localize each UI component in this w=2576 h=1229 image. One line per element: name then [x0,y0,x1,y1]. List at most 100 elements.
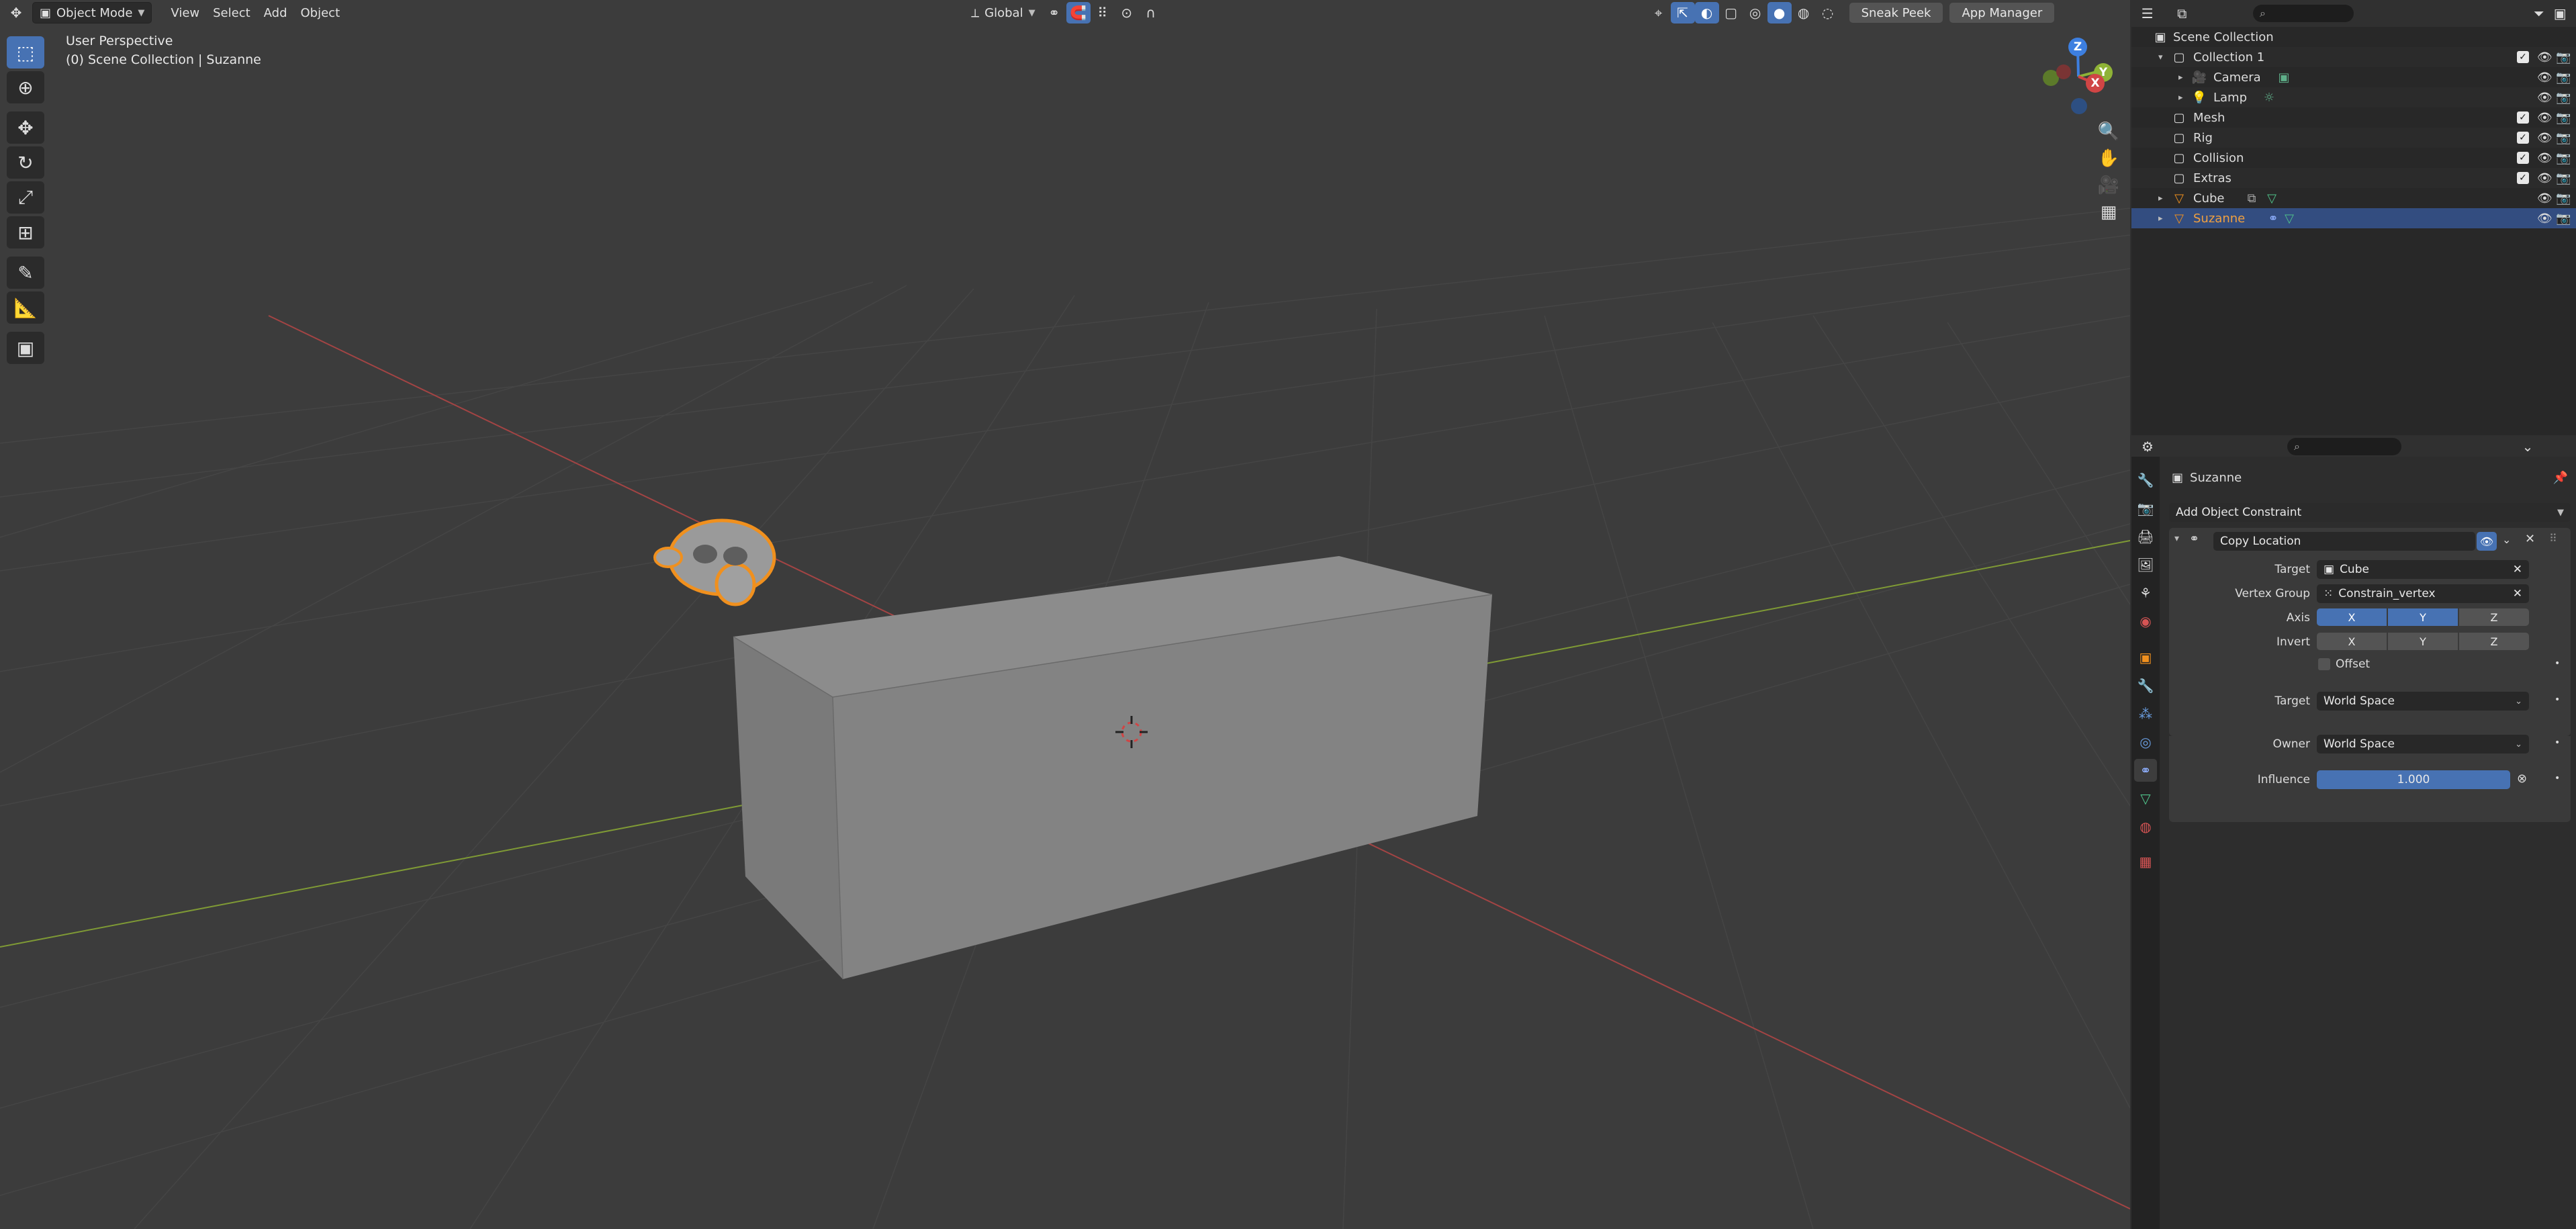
move-tool[interactable]: ✥ [7,111,44,144]
modifier-tab-icon[interactable]: 🔧 [2134,674,2157,697]
invert-x-toggle[interactable]: X [2317,633,2387,650]
invert-z-toggle[interactable]: Z [2459,633,2529,650]
physics-tab-icon[interactable]: ◎ [2134,731,2157,754]
sneak-peek-button[interactable]: Sneak Peek [1849,3,1943,23]
pivot-icon[interactable]: ⚭ [1042,2,1066,24]
mode-dropdown[interactable]: ▣ Object Mode ▼ [32,2,152,24]
transform-orientation-dropdown[interactable]: ⟂ Global ▼ [964,2,1042,24]
menu-select[interactable]: Select [206,2,257,24]
invert-y-toggle[interactable]: Y [2388,633,2458,650]
tree-row-collision[interactable]: ▢ Collision ✓ 👁 📷 [2131,148,2576,168]
world-tab-icon[interactable]: ◉ [2134,610,2157,633]
keyframe-dot-icon[interactable]: • [2555,737,2560,748]
tree-row-lamp[interactable]: ▸ 💡 Lamp ☼ 👁 📷 [2131,87,2576,107]
snap-icon[interactable]: 🧲 [1066,2,1091,24]
keyframe-dot-icon[interactable]: • [2555,773,2560,784]
cursor-tool[interactable]: ⊕ [7,71,44,103]
visibility-icon[interactable]: ⌖ [1647,2,1671,24]
shading-solid-icon[interactable]: ● [1767,2,1792,24]
add-object-constraint-dropdown[interactable]: Add Object Constraint ▼ [2169,503,2571,522]
tree-row-extras[interactable]: ▢ Extras ✓ 👁 📷 [2131,168,2576,188]
outliner-editor-type-icon[interactable]: ☰ [2137,3,2158,24]
output-tab-icon[interactable]: 🖨 [2134,525,2157,548]
3d-viewport[interactable]: ✥ ▣ Object Mode ▼ View Select Add Object… [0,0,2130,1229]
expand-arrow-icon[interactable]: ▸ [2178,93,2183,103]
expand-arrow-icon[interactable]: ▸ [2158,193,2163,203]
snap-target-icon[interactable]: ⠿ [1091,2,1115,24]
transform-tool[interactable]: ⊞ [7,216,44,248]
menu-view[interactable]: View [164,2,206,24]
menu-object[interactable]: Object [294,2,347,24]
filter-icon[interactable]: ⏷ [2528,3,2550,24]
scale-tool[interactable]: ⤢ [7,181,44,214]
tree-row-mesh[interactable]: ▢ Mesh ✓ 👁 📷 [2131,107,2576,128]
outliner-search-input[interactable]: ⌕ [2253,5,2354,22]
axis-x-toggle[interactable]: X [2317,608,2387,626]
render-camera-icon[interactable]: 📷 [2556,131,2571,145]
xray-icon[interactable]: ▢ [1719,2,1743,24]
navigation-gizmo[interactable]: Z Y X [2041,35,2115,116]
scene-tab-icon[interactable]: ⚘ [2134,582,2157,604]
collapse-arrow-icon[interactable]: ▾ [2174,533,2179,544]
collapse-arrow-icon[interactable]: ▾ [2158,52,2163,62]
material-tab-icon[interactable]: ◍ [2134,815,2157,838]
overlay-toggle-icon[interactable]: ◐ [1694,2,1719,24]
gizmo-neg-x[interactable] [2056,64,2071,79]
render-camera-icon[interactable]: 📷 [2556,91,2571,105]
exclude-checkbox[interactable]: ✓ [2517,152,2529,164]
target-object-field[interactable]: ▣ Cube ✕ [2317,560,2529,579]
proportional-edit-icon[interactable]: ⊙ [1115,2,1139,24]
disable-keep-transform-icon[interactable]: ⊗ [2517,772,2527,786]
tree-row-scene-collection[interactable]: ▣ Scene Collection [2131,27,2576,47]
tree-row-collection-1[interactable]: ▾ ▢ Collection 1 ✓ 👁 📷 [2131,47,2576,67]
render-camera-icon[interactable]: 📷 [2556,171,2571,185]
expand-arrow-icon[interactable]: ▸ [2178,73,2183,83]
gizmo-x-axis[interactable]: X [2086,74,2105,93]
falloff-icon[interactable]: ∩ [1139,2,1163,24]
clear-vertex-group-icon[interactable]: ✕ [2513,587,2522,600]
axis-y-toggle[interactable]: Y [2388,608,2458,626]
select-box-tool[interactable]: ⬚ [7,36,44,69]
zoom-icon[interactable]: 🔍 [2094,118,2123,145]
eye-icon[interactable]: 👁 [2537,191,2552,206]
constraint-enable-eye-icon[interactable]: 👁 [2477,532,2497,551]
eye-icon[interactable]: 👁 [2537,71,2552,85]
properties-panel[interactable]: ⚙ ⌕ ⌄ 🔧 📷 🖨 🖼 ⚘ ◉ ▣ 🔧 ⁂ ◎ ⚭ ▽ ◍ ▦ ▣ Suza… [2131,437,2576,1229]
gizmo-neg-z[interactable] [2071,98,2087,114]
vertex-group-field[interactable]: ⁙ Constrain_vertex ✕ [2317,584,2529,603]
shading-material-icon[interactable]: ◍ [1792,2,1816,24]
annotate-tool[interactable]: ✎ [7,257,44,289]
offset-checkbox[interactable] [2318,658,2330,670]
eye-icon[interactable]: 👁 [2537,212,2552,226]
object-tab-icon[interactable]: ▣ [2134,646,2157,669]
particles-tab-icon[interactable]: ⁂ [2134,702,2157,725]
render-camera-icon[interactable]: 📷 [2556,151,2571,165]
constraints-tab-icon[interactable]: ⚭ [2134,759,2157,782]
editor-type-icon[interactable]: ✥ [4,2,28,24]
eye-icon[interactable]: 👁 [2537,50,2552,64]
expand-arrow-icon[interactable]: ▸ [2158,214,2163,224]
render-camera-icon[interactable]: 📷 [2556,191,2571,206]
shading-wireframe-icon[interactable]: ◎ [1743,2,1767,24]
exclude-checkbox[interactable]: ✓ [2517,51,2529,63]
eye-icon[interactable]: 👁 [2537,91,2552,105]
grid-view-icon[interactable]: ▦ [2094,199,2123,226]
data-tab-icon[interactable]: ▽ [2134,787,2157,810]
keyframe-dot-icon[interactable]: • [2555,658,2560,669]
display-mode-icon[interactable]: ⧉ [2172,3,2193,24]
tree-row-cube[interactable]: ▸ ▽ Cube ⧉ ▽ 👁 📷 [2131,188,2576,208]
render-camera-icon[interactable]: 📷 [2556,212,2571,226]
eye-icon[interactable]: 👁 [2537,151,2552,165]
add-cube-tool[interactable]: ▣ [7,332,44,364]
properties-search-input[interactable]: ⌕ [2287,438,2401,455]
axis-z-toggle[interactable]: Z [2459,608,2529,626]
options-chevron-icon[interactable]: ⌄ [2516,436,2540,457]
eye-icon[interactable]: 👁 [2537,171,2552,185]
outliner-panel[interactable]: ☰ ⧉ ⌕ ⏷ ▣ ▣ Scene Collection ▾ ▢ Collect… [2131,0,2576,435]
new-collection-icon[interactable]: ▣ [2550,3,2571,24]
rotate-tool[interactable]: ↻ [7,146,44,179]
view-layer-tab-icon[interactable]: 🖼 [2134,553,2157,576]
exclude-checkbox[interactable]: ✓ [2517,111,2529,124]
render-camera-icon[interactable]: 📷 [2556,71,2571,85]
gizmo-z-axis[interactable]: Z [2068,38,2087,56]
